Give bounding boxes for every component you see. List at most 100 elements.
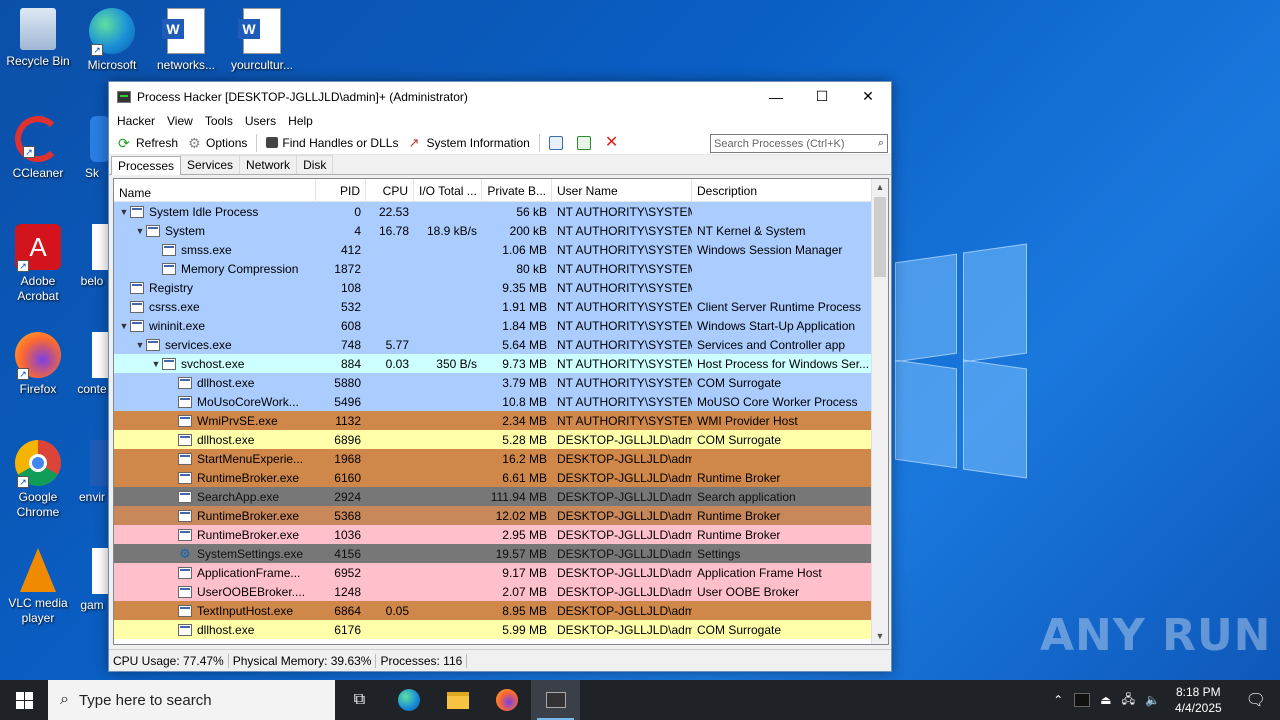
taskbar-firefox[interactable] <box>482 680 531 720</box>
task-view-button[interactable]: ⧉ <box>335 680 384 720</box>
table-row[interactable]: UserOOBEBroker.... 1248 2.07 MB DESKTOP-JGL… <box>114 582 888 601</box>
minimize-button[interactable]: — <box>753 82 799 111</box>
process-hacker-tray-icon[interactable] <box>1074 693 1091 707</box>
menu-tools[interactable]: Tools <box>199 114 239 128</box>
network-icon[interactable]: 🖧 <box>1117 690 1140 711</box>
vertical-scrollbar[interactable]: ▲ ▼ <box>871 179 888 644</box>
column-cpu[interactable]: CPU <box>366 179 414 201</box>
refresh-button[interactable]: ⟳ Refresh <box>113 136 183 150</box>
table-row[interactable]: ▼ services.exe 748 5.77 5.64 MB NT AUTHORITY\… <box>114 335 888 354</box>
table-row[interactable]: ▼ System 4 16.78 18.9 kB/s 200 kB NT AUTHORITY… <box>114 221 888 240</box>
table-row[interactable]: MoUsoCoreWork... 5496 10.8 MB NT AUTHORITY\… <box>114 392 888 411</box>
tab-services[interactable]: Services <box>180 155 241 174</box>
search-input[interactable]: Search Processes (Ctrl+K) ⌕ <box>710 134 888 153</box>
search-icon: ⌕ <box>877 137 884 149</box>
desktop-icon-ccleaner[interactable]: ↗ CCleaner <box>0 116 76 181</box>
table-row[interactable]: SearchApp.exe 2924 111.94 MB DESKTOP-JGLLJL… <box>114 487 888 506</box>
table-row[interactable]: dllhost.exe 6176 5.99 MB DESKTOP-JGLLJLD\ad… <box>114 620 888 639</box>
chevron-down-icon[interactable]: ▼ <box>134 340 146 350</box>
desktop-icon-envir[interactable]: envir <box>74 440 110 505</box>
column-private-bytes[interactable]: Private B... <box>482 179 552 201</box>
usb-icon[interactable]: ⏏ <box>1095 693 1116 707</box>
table-row[interactable]: csrss.exe 532 1.91 MB NT AUTHORITY\SYSTEM Cl… <box>114 297 888 316</box>
table-row[interactable]: RuntimeBroker.exe 1036 2.95 MB DESKTOP-JGLL… <box>114 525 888 544</box>
volume-icon[interactable]: 🔈 <box>1140 693 1165 707</box>
table-row[interactable]: RuntimeBroker.exe 6160 6.61 MB DESKTOP-JGLL… <box>114 468 888 487</box>
desktop-icon-yourcultur-doc[interactable]: W yourcultur... <box>224 8 300 73</box>
start-button[interactable] <box>0 680 48 720</box>
user-name-cell: DESKTOP-JGLLJLD\admi <box>557 489 692 504</box>
chevron-down-icon[interactable]: ▼ <box>118 207 130 217</box>
table-row[interactable]: TextInputHost.exe 6864 0.05 8.95 MB DESKTOP-… <box>114 601 888 620</box>
table-row[interactable]: ApplicationFrame... 6952 9.17 MB DESKTOP-JG… <box>114 563 888 582</box>
column-description[interactable]: Description <box>692 179 872 201</box>
title-bar[interactable]: Process Hacker [DESKTOP-JGLLJLD\admin]+ … <box>109 82 891 111</box>
desktop-icon-sk[interactable]: Sk <box>74 116 110 181</box>
process-icon <box>162 262 176 275</box>
chevron-down-icon[interactable]: ▼ <box>150 359 162 369</box>
desktop-icon-firefox[interactable]: ↗ Firefox <box>0 332 76 397</box>
scroll-down-icon[interactable]: ▼ <box>872 628 888 644</box>
taskbar-search-input[interactable]: ⌕ Type here to search <box>48 680 335 720</box>
table-row[interactable]: WmiPrvSE.exe 1132 2.34 MB NT AUTHORITY\SYST… <box>114 411 888 430</box>
system-information-button[interactable]: ↗ System Information <box>403 135 534 150</box>
new-window-icon[interactable] <box>572 135 600 150</box>
column-name[interactable]: Name <box>114 179 316 201</box>
terminate-icon[interactable]: ✕ <box>600 134 623 150</box>
table-row[interactable]: ▼ wininit.exe 608 1.84 MB NT AUTHORITY\SYSTE… <box>114 316 888 335</box>
desktop-icon-conte[interactable]: conte <box>74 332 110 397</box>
close-button[interactable]: ✕ <box>845 82 891 111</box>
table-row[interactable]: smss.exe 412 1.06 MB NT AUTHORITY\SYSTEM Win… <box>114 240 888 259</box>
menu-help[interactable]: Help <box>282 114 319 128</box>
column-io[interactable]: I/O Total ... <box>414 179 482 201</box>
private-bytes-cell: 2.95 MB <box>502 527 547 542</box>
table-row[interactable]: ▼ System Idle Process 0 22.53 56 kB NT AUTHOR… <box>114 202 888 221</box>
table-row[interactable]: StartMenuExperie... 1968 16.2 MB DESKTOP-JG… <box>114 449 888 468</box>
tab-network[interactable]: Network <box>239 155 298 174</box>
chevron-down-icon[interactable]: ▼ <box>118 321 130 331</box>
menu-hacker[interactable]: Hacker <box>111 114 161 128</box>
desktop-icon-networks-doc[interactable]: W networks... <box>148 8 224 73</box>
clock[interactable]: 8:18 PM 4/4/2025 <box>1165 684 1232 716</box>
table-row[interactable]: ▼ svchost.exe 884 0.03 350 B/s 9.73 MB NT AUTH… <box>114 354 888 373</box>
process-icon <box>130 205 144 218</box>
process-name-cell: csrss.exe <box>114 300 316 314</box>
menu-view[interactable]: View <box>161 114 199 128</box>
binoculars-icon <box>266 137 279 148</box>
desktop-icon-recycle-bin[interactable]: Recycle Bin <box>0 8 76 69</box>
notifications-icon[interactable]: 🗨 <box>1232 690 1280 710</box>
column-user-name[interactable]: User Name <box>552 179 692 201</box>
description-cell: Runtime Broker <box>697 508 781 523</box>
process-list[interactable]: Name PID CPU I/O Total ... Private B... … <box>113 178 889 645</box>
process-name-cell: WmiPrvSE.exe <box>114 414 316 428</box>
chevron-down-icon[interactable]: ▼ <box>134 226 146 236</box>
table-row[interactable]: Registry 108 9.35 MB NT AUTHORITY\SYSTEM <box>114 278 888 297</box>
desktop-icon-gam[interactable]: gam <box>74 548 110 613</box>
column-pid[interactable]: PID <box>316 179 366 201</box>
table-row[interactable]: RuntimeBroker.exe 5368 12.02 MB DESKTOP-JGL… <box>114 506 888 525</box>
taskbar-edge[interactable] <box>384 680 433 720</box>
desktop-icon-belo[interactable]: belo <box>74 224 110 289</box>
menu-users[interactable]: Users <box>239 114 282 128</box>
find-handles-button[interactable]: Find Handles or DLLs <box>261 136 403 150</box>
chevron-up-icon[interactable]: ⌃ <box>1047 693 1069 707</box>
scrollbar-thumb[interactable] <box>874 197 886 277</box>
desktop-icon-adobe-acrobat[interactable]: A ↗ Adobe Acrobat <box>0 224 76 304</box>
options-button[interactable]: ⚙ Options <box>183 136 252 150</box>
desktop-icon-label: conte <box>77 382 107 396</box>
table-row[interactable]: dllhost.exe 6896 5.28 MB DESKTOP-JGLLJLD\ad… <box>114 430 888 449</box>
desktop-icon-edge[interactable]: ↗ Microsoft Edge <box>74 8 150 73</box>
desktop-icon-google-chrome[interactable]: ↗ Google Chrome <box>0 440 76 520</box>
tab-processes[interactable]: Processes <box>111 156 182 175</box>
pid-cell: 6864 <box>334 603 361 618</box>
window-icon[interactable] <box>544 135 572 150</box>
desktop-icon-vlc[interactable]: VLC media player <box>0 548 76 626</box>
table-row[interactable]: Memory Compression 1872 80 kB NT AUTHORITY\… <box>114 259 888 278</box>
table-row[interactable]: ⚙ SystemSettings.exe 4156 19.57 MB DESKTOP-J… <box>114 544 888 563</box>
table-row[interactable]: dllhost.exe 5880 3.79 MB NT AUTHORITY\SYSTE… <box>114 373 888 392</box>
scroll-up-icon[interactable]: ▲ <box>872 179 888 195</box>
maximize-button[interactable]: ☐ <box>799 82 845 111</box>
taskbar-process-hacker[interactable] <box>531 680 580 720</box>
taskbar-file-explorer[interactable] <box>433 680 482 720</box>
tab-disk[interactable]: Disk <box>296 155 334 174</box>
